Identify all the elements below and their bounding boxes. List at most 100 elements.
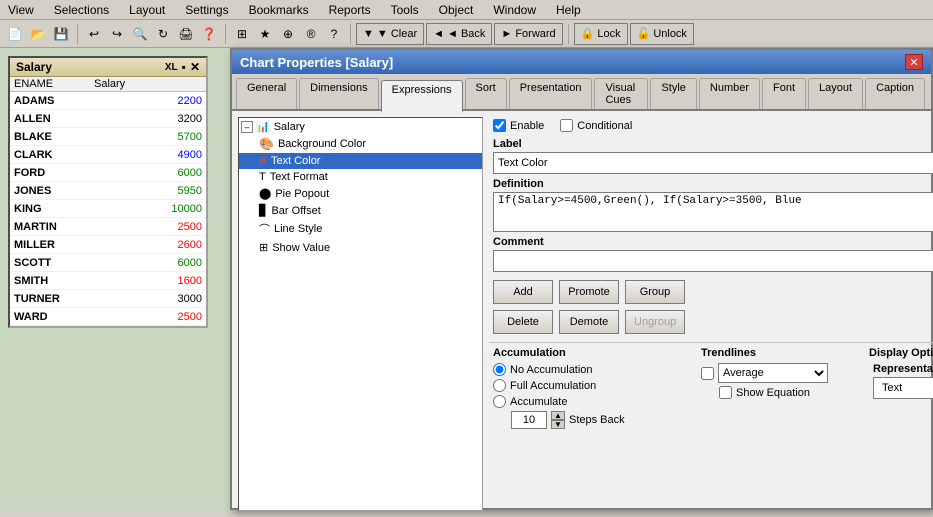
tree-item-bar-offset[interactable]: ▊ Bar Offset [239,202,482,219]
btn3[interactable]: ⊕ [277,23,299,45]
list-item[interactable]: MARTIN 2500 [10,218,206,236]
comment-input[interactable] [493,250,933,272]
list-item[interactable]: SCOTT 6000 [10,254,206,272]
btn1[interactable]: ⊞ [231,23,253,45]
list-item[interactable]: JONES 5950 [10,182,206,200]
average-row[interactable]: Average [701,363,861,383]
representation-label: Representation [873,363,933,375]
menu-settings[interactable]: Settings [181,3,232,17]
menu-object[interactable]: Object [435,3,478,17]
group-button[interactable]: Group [625,280,685,304]
refresh-btn[interactable]: ↻ [152,23,174,45]
expression-buttons-row: Add Promote Group [489,276,933,308]
tree-expand-icon[interactable]: – [241,121,253,133]
tab-presentation[interactable]: Presentation [509,78,593,109]
average-select[interactable]: Average [718,363,828,383]
promote-button[interactable]: Promote [559,280,619,304]
steps-input[interactable] [511,411,547,429]
tab-font[interactable]: Font [762,78,806,109]
tree-item-show-value[interactable]: ⊞ Show Value [239,239,482,256]
clear-icon: ▼ [363,28,374,40]
tree-item-text-color[interactable]: A Text Color [239,153,482,169]
no-accum-radio[interactable] [493,363,506,376]
list-item[interactable]: TURNER 3000 [10,290,206,308]
print-btn[interactable]: 🖨 [175,23,197,45]
show-equation-row[interactable]: Show Equation [701,386,861,399]
tab-caption[interactable]: Caption [865,78,925,109]
save-btn[interactable]: 💾 [50,23,72,45]
clear-btn[interactable]: ▼ ▼ Clear [356,23,424,45]
tab-style[interactable]: Style [650,78,696,109]
tree-item-line-style[interactable]: ⌒ Line Style [239,219,482,239]
conditional-checkbox-label[interactable]: Conditional [560,119,632,132]
tab-layout[interactable]: Layout [808,78,863,109]
add-button[interactable]: Add [493,280,553,304]
menu-window[interactable]: Window [489,3,540,17]
delete-button[interactable]: Delete [493,310,553,334]
spin-up-btn[interactable]: ▲ [551,411,565,420]
menu-tools[interactable]: Tools [387,3,423,17]
menu-view[interactable]: View [4,3,38,17]
tree-item-bg-color[interactable]: 🎨 Background Color [239,135,482,153]
btn4[interactable]: ® [300,23,322,45]
enable-checkbox-label[interactable]: Enable [493,119,544,132]
search-btn[interactable]: 🔍 [129,23,151,45]
menu-bookmarks[interactable]: Bookmarks [245,3,313,17]
full-accum-radio[interactable] [493,379,506,392]
menu-reports[interactable]: Reports [325,3,375,17]
lock-btn[interactable]: 🔒 Lock [574,23,628,45]
tab-sort[interactable]: Sort [465,78,507,109]
btn2[interactable]: ★ [254,23,276,45]
open-btn[interactable]: 📂 [27,23,49,45]
tab-dimensions[interactable]: Dimensions [299,78,378,109]
close-icon[interactable]: ✕ [190,60,200,74]
menu-layout[interactable]: Layout [125,3,169,17]
help-btn[interactable]: ❓ [198,23,220,45]
accum-steps-row[interactable]: Accumulate [493,395,693,408]
redo-btn[interactable]: ↪ [106,23,128,45]
list-item[interactable]: KING 10000 [10,200,206,218]
dialog-close-button[interactable]: ✕ [905,54,923,70]
new-btn[interactable]: 📄 [4,23,26,45]
tab-number[interactable]: Number [699,78,760,109]
conditional-checkbox[interactable] [560,119,573,132]
list-item[interactable]: WARD 2500 [10,308,206,326]
row-name: MARTIN [10,220,90,234]
ungroup-button[interactable]: Ungroup [625,310,685,334]
list-item[interactable]: ALLEN 3200 [10,110,206,128]
full-accum-row[interactable]: Full Accumulation [493,379,693,392]
average-checkbox[interactable] [701,367,714,380]
representation-select[interactable]: Text Image Gauge Mini Chart [873,377,933,399]
accum-radio[interactable] [493,395,506,408]
back-btn[interactable]: ◄ ◄ Back [426,23,492,45]
no-accum-row[interactable]: No Accumulation [493,363,693,376]
display-options-title: Display Options [869,347,933,359]
spin-down-btn[interactable]: ▼ [551,420,565,429]
forward-btn[interactable]: ► Forward [494,23,562,45]
list-item[interactable]: ADAMS 2200 [10,92,206,110]
tab-expressions[interactable]: Expressions [381,80,463,113]
unlock-btn[interactable]: 🔓 Unlock [630,23,694,45]
resize-icon[interactable]: ▪ [182,60,186,74]
row-name: MILLER [10,238,90,252]
label-input[interactable] [493,152,933,174]
menu-help[interactable]: Help [552,3,585,17]
list-item[interactable]: BLAKE 5700 [10,128,206,146]
btn5[interactable]: ? [323,23,345,45]
show-equation-checkbox[interactable] [719,386,732,399]
tab-visual-cues[interactable]: Visual Cues [594,78,648,109]
menu-selections[interactable]: Selections [50,3,113,17]
tree-item-text-format[interactable]: T Text Format [239,169,482,185]
bottom-section: Accumulation No Accumulation Full Accumu… [489,342,933,511]
tree-root[interactable]: – 📊 Salary [239,118,482,135]
list-item[interactable]: CLARK 4900 [10,146,206,164]
definition-input[interactable]: If(Salary>=4500,Green(), If(Salary>=3500… [493,192,933,232]
tree-item-pie-popout[interactable]: ⬤ Pie Popout [239,185,482,202]
list-item[interactable]: FORD 6000 [10,164,206,182]
list-item[interactable]: SMITH 1600 [10,272,206,290]
tab-general[interactable]: General [236,78,297,109]
demote-button[interactable]: Demote [559,310,619,334]
undo-btn[interactable]: ↩ [83,23,105,45]
list-item[interactable]: MILLER 2600 [10,236,206,254]
enable-checkbox[interactable] [493,119,506,132]
